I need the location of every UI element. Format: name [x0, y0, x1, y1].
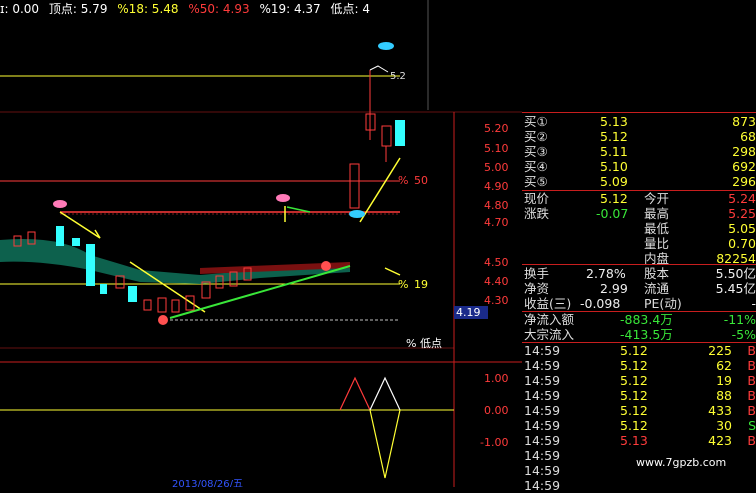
stat-row: 收益(三) -0.098 PE(动) - [524, 296, 756, 311]
bid-row[interactable]: 买② 5.12 68 [522, 129, 756, 144]
tick-row[interactable]: 14:59 [522, 478, 756, 493]
level-low-label: % 低点 [406, 337, 442, 350]
stat-row: 换手 2.78% 股本 5.50亿 [524, 266, 756, 281]
tick-row[interactable]: 14:59 5.12 433 B [522, 403, 756, 418]
kline-chart[interactable]: 4.19 % 50 % 19 % 低点 5.2 5.20 5.10 5.00 4… [0, 0, 522, 487]
level-50-label: 50 [414, 174, 428, 187]
tick-row[interactable]: 14:59 5.12 19 B [522, 373, 756, 388]
price-tick: 4.70 [484, 216, 509, 229]
price-tick: 4.80 [484, 199, 509, 212]
flow-row: 大宗流入 -413.5万 -5% [524, 327, 756, 342]
price-tick: 5.10 [484, 142, 509, 155]
bid-row[interactable]: 买③ 5.11 298 [522, 144, 756, 159]
stat-row: 现价 5.12 今开 5.24 [524, 191, 756, 206]
level-top-label: 5.2 [390, 71, 406, 82]
price-tick: 5.20 [484, 122, 509, 135]
flow-row: 净流入额 -883.4万 -11% [524, 312, 756, 327]
stat-row: 量比 0.70 [644, 236, 756, 251]
stat-row: 净资 2.99 流通 5.45亿 [524, 281, 756, 296]
price-tick: 4.90 [484, 180, 509, 193]
stat-row: 最低 5.05 [644, 221, 756, 236]
tick-row[interactable]: 14:59 5.12 30 S [522, 418, 756, 433]
stat-row: 涨跌 -0.07 最高 5.25 [524, 206, 756, 221]
price-tick: 4.30 [484, 294, 509, 307]
price-tick: 5.00 [484, 161, 509, 174]
watermark: www.7gpzb.com [636, 456, 727, 469]
date-label: 2013/08/26/五 [172, 479, 243, 487]
current-price-label: 4.19 [456, 306, 481, 319]
svg-text:%: % [398, 174, 408, 187]
bid-row[interactable]: 买④ 5.10 692 [522, 159, 756, 174]
tick-row[interactable]: 14:59 5.12 225 B [522, 343, 756, 358]
indicator-tick: -1.00 [480, 436, 508, 449]
price-tick: 4.40 [484, 275, 509, 288]
tick-row[interactable]: 14:59 5.13 423 B [522, 433, 756, 448]
indicator-tick: 0.00 [484, 404, 509, 417]
svg-text:%: % [398, 278, 408, 291]
bid-row[interactable]: 买① 5.13 873 [522, 114, 756, 129]
level-19-label: 19 [414, 278, 428, 291]
tick-row[interactable]: 14:59 5.12 62 B [522, 358, 756, 373]
bid-row[interactable]: 买⑤ 5.09 296 [522, 174, 756, 189]
indicator-tick: 1.00 [484, 372, 509, 385]
price-tick: 4.50 [484, 256, 509, 269]
tick-row[interactable]: 14:59 5.12 88 B [522, 388, 756, 403]
